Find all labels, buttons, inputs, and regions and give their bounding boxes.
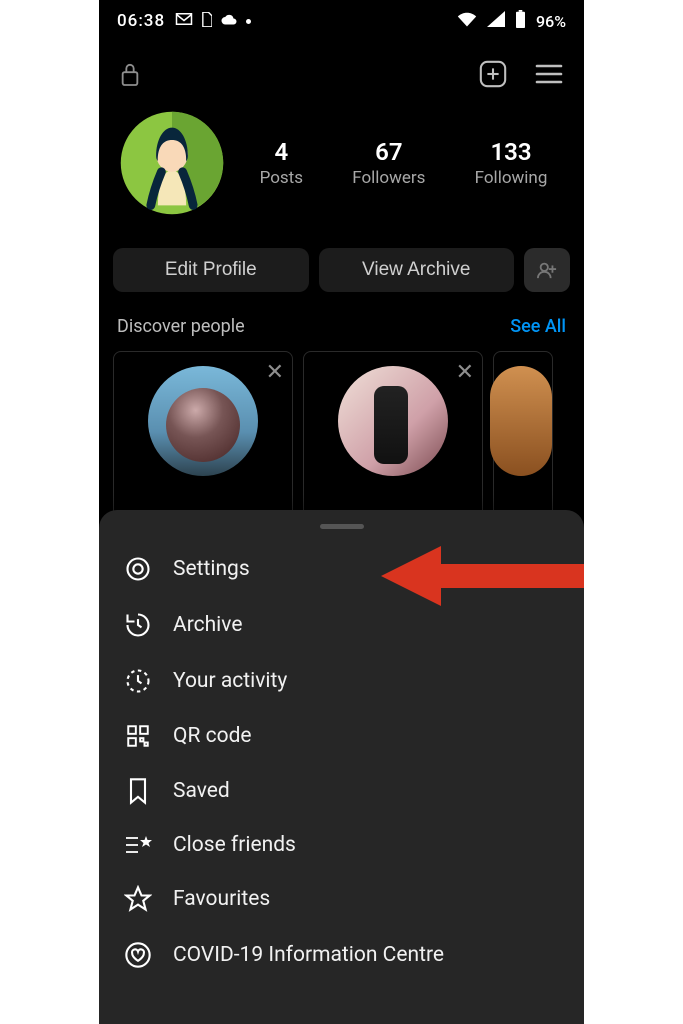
gear-icon	[123, 555, 153, 583]
menu-covid-info[interactable]: COVID-19 Information Centre	[99, 927, 584, 983]
status-left-icons	[175, 12, 251, 31]
discover-people-carousel[interactable]: ✕ ✕	[99, 345, 584, 521]
wifi-icon	[457, 11, 477, 32]
edit-profile-button[interactable]: Edit Profile	[113, 248, 309, 292]
suggestion-card[interactable]	[493, 351, 553, 521]
heart-circle-icon	[123, 941, 153, 969]
discover-see-all-link[interactable]: See All	[510, 316, 566, 337]
sim-icon	[201, 12, 212, 31]
profile-action-row: Edit Profile View Archive	[99, 226, 584, 302]
suggestion-avatar	[338, 366, 448, 476]
suggestion-avatar	[490, 366, 552, 476]
suggestion-card[interactable]: ✕	[113, 351, 293, 521]
phone-frame: 06:38	[99, 0, 584, 1024]
menu-item-label: QR code	[173, 724, 252, 748]
menu-item-label: Settings	[173, 557, 250, 581]
suggestion-card[interactable]: ✕	[303, 351, 483, 521]
stat-following[interactable]: 133 Following	[475, 138, 548, 188]
menu-item-label: Favourites	[173, 887, 270, 911]
menu-archive[interactable]: Archive	[99, 597, 584, 653]
star-icon	[123, 885, 153, 913]
cell-signal-icon	[487, 11, 505, 32]
battery-icon	[515, 10, 526, 33]
profile-topbar	[99, 42, 584, 102]
cloud-icon	[220, 12, 238, 30]
menu-your-activity[interactable]: Your activity	[99, 653, 584, 709]
discover-people-toggle-button[interactable]	[524, 248, 570, 292]
battery-percent: 96%	[536, 12, 566, 31]
profile-avatar[interactable]	[117, 108, 227, 218]
hamburger-menu-icon[interactable]	[534, 62, 564, 86]
discover-title: Discover people	[117, 316, 245, 337]
sheet-grab-handle[interactable]	[320, 524, 364, 529]
dot-icon	[246, 19, 251, 24]
view-archive-button[interactable]: View Archive	[319, 248, 515, 292]
gmail-icon	[175, 12, 193, 30]
profile-header: 4 Posts 67 Followers 133 Following	[99, 102, 584, 226]
stat-followers[interactable]: 67 Followers	[352, 138, 425, 188]
qr-code-icon	[123, 723, 153, 749]
status-time: 06:38	[117, 11, 165, 31]
menu-item-label: Close friends	[173, 833, 296, 857]
stat-posts[interactable]: 4 Posts	[260, 138, 303, 188]
close-friends-icon	[123, 834, 153, 856]
suggestion-avatar	[148, 366, 258, 476]
menu-item-label: Your activity	[173, 669, 287, 693]
bookmark-icon	[123, 777, 153, 805]
discover-people-header: Discover people See All	[99, 302, 584, 345]
options-bottom-sheet: Settings Archive Your activity QR code S	[99, 510, 584, 1024]
create-post-icon[interactable]	[478, 59, 508, 89]
menu-favourites[interactable]: Favourites	[99, 871, 584, 927]
profile-stats: 4 Posts 67 Followers 133 Following	[235, 138, 572, 188]
menu-item-label: Archive	[173, 613, 242, 637]
menu-close-friends[interactable]: Close friends	[99, 819, 584, 871]
menu-item-label: COVID-19 Information Centre	[173, 943, 444, 967]
activity-icon	[123, 667, 153, 695]
menu-item-label: Saved	[173, 779, 230, 803]
menu-qr-code[interactable]: QR code	[99, 709, 584, 763]
archive-icon	[123, 611, 153, 639]
android-status-bar: 06:38	[99, 0, 584, 42]
close-icon[interactable]: ✕	[456, 360, 474, 385]
menu-saved[interactable]: Saved	[99, 763, 584, 819]
close-icon[interactable]: ✕	[266, 360, 284, 385]
lock-icon[interactable]	[119, 61, 141, 87]
menu-settings[interactable]: Settings	[99, 541, 584, 597]
